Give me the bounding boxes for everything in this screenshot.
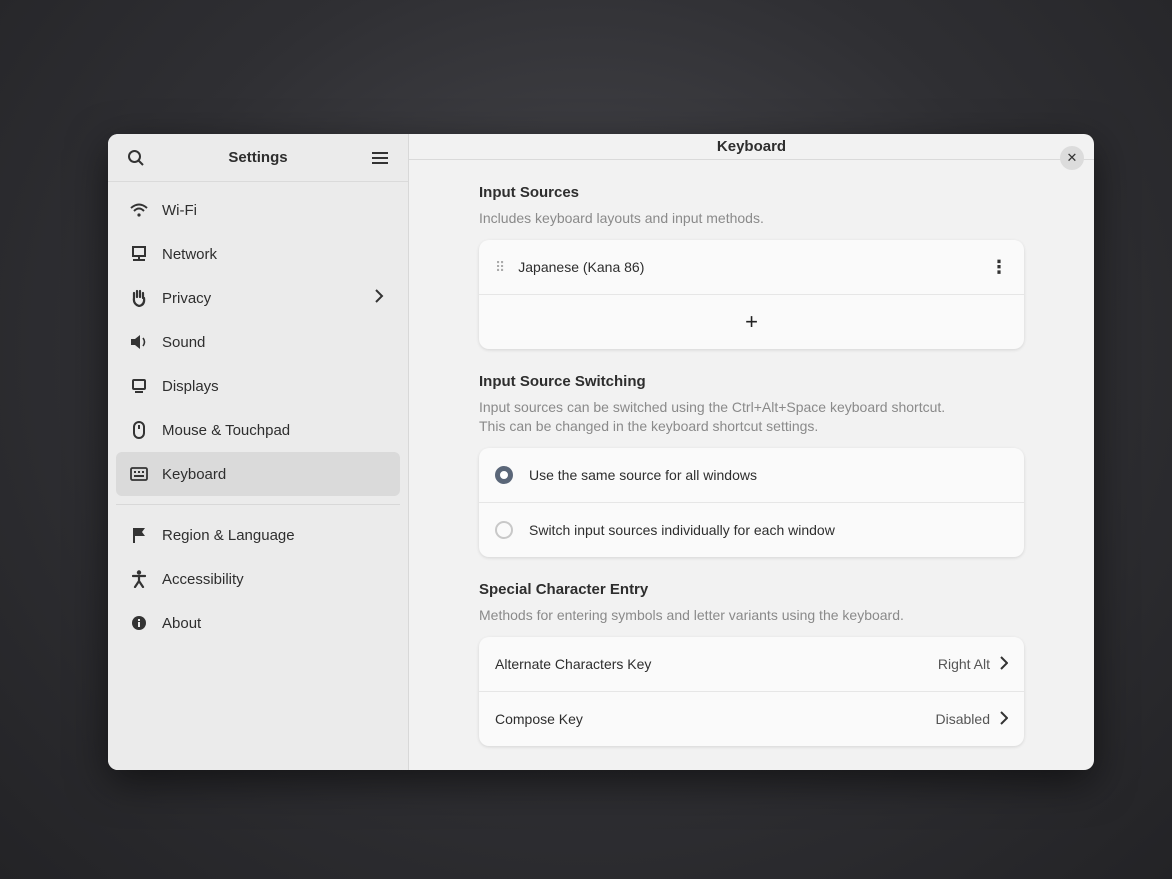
option-individual-label: Switch input sources individually for ea… <box>529 522 835 538</box>
accessibility-icon <box>128 568 150 590</box>
page-title: Keyboard <box>716 138 787 155</box>
flag-icon <box>128 524 150 546</box>
switching-subtitle-line-2: This can be changed in the keyboard shor… <box>479 418 819 434</box>
switching-title: Input Source Switching <box>479 373 646 390</box>
input-sources-title: Input Sources <box>479 184 580 201</box>
sidebar-item-network[interactable]: Network <box>116 232 400 276</box>
wifi-icon <box>128 199 150 221</box>
input-source-label: Japanese (Kana 86) <box>518 259 645 275</box>
drag-handle-icon[interactable]: ⠿ <box>495 259 505 276</box>
option-same-source-row[interactable]: Use the same source for all windows <box>479 448 1024 503</box>
sidebar-item-label: Keyboard <box>162 465 227 483</box>
chevron-right-icon <box>1000 655 1009 673</box>
main-content: Input Sources Includes keyboard layouts … <box>409 160 1094 770</box>
sidebar-item-label: Network <box>162 245 218 263</box>
compose-key-value: Disabled <box>935 711 990 727</box>
sidebar-item-accessibility[interactable]: Accessibility <box>116 557 400 601</box>
close-icon[interactable]: ✕ <box>1060 146 1084 170</box>
sidebar-item-label: About <box>162 614 202 632</box>
main-panel: Keyboard ✕ Input Sources Includes keyboa… <box>409 134 1094 770</box>
mouse-icon <box>128 419 150 441</box>
add-icon: + <box>745 309 758 334</box>
sidebar-item-label: Region & Language <box>162 526 295 544</box>
sidebar-item-wifi[interactable]: Wi-Fi <box>116 188 400 232</box>
search-icon[interactable] <box>122 144 150 172</box>
compose-key-label: Compose Key <box>495 711 583 727</box>
special-subtitle: Methods for entering symbols and letter … <box>479 607 904 623</box>
sidebar-item-label: Displays <box>162 377 219 395</box>
input-sources-subtitle: Includes keyboard layouts and input meth… <box>479 210 764 226</box>
sidebar: Settings Wi-Fi Network Privacy Sound Dis… <box>108 134 409 770</box>
sidebar-item-privacy[interactable]: Privacy <box>116 276 400 320</box>
keyboard-icon <box>128 463 150 485</box>
more-options-icon[interactable]: ⋮ <box>990 257 1008 278</box>
compose-key-row[interactable]: Compose Key Disabled <box>479 692 1024 746</box>
switching-subtitle: Input sources can be switched using the … <box>479 398 1024 436</box>
add-input-source-button[interactable]: + <box>479 295 1024 349</box>
input-source-row[interactable]: ⠿ Japanese (Kana 86) ⋮ <box>479 240 1024 295</box>
speaker-icon <box>128 331 150 353</box>
main-header: Keyboard ✕ <box>409 134 1094 170</box>
switching-card: Use the same source for all windows Swit… <box>479 448 1024 557</box>
sidebar-item-label: Wi-Fi <box>162 201 197 219</box>
sidebar-item-keyboard[interactable]: Keyboard <box>116 452 400 496</box>
sidebar-divider <box>116 504 400 505</box>
sidebar-item-mouse-touchpad[interactable]: Mouse & Touchpad <box>116 408 400 452</box>
option-same-source-label: Use the same source for all windows <box>529 467 757 483</box>
hand-icon <box>128 287 150 309</box>
sidebar-item-about[interactable]: About <box>116 601 400 645</box>
sidebar-item-label: Accessibility <box>162 570 244 588</box>
sidebar-item-region-language[interactable]: Region & Language <box>116 513 400 557</box>
sidebar-title: Settings <box>228 149 288 166</box>
settings-window: Settings Wi-Fi Network Privacy Sound Dis… <box>108 134 1094 770</box>
sidebar-item-label: Sound <box>162 333 206 351</box>
switching-subtitle-line-1: Input sources can be switched using the … <box>479 399 946 415</box>
network-icon <box>128 243 150 265</box>
menu-icon[interactable] <box>366 144 394 172</box>
sidebar-item-sound[interactable]: Sound <box>116 320 400 364</box>
alternate-characters-row[interactable]: Alternate Characters Key Right Alt <box>479 637 1024 692</box>
chevron-right-icon <box>374 288 384 308</box>
special-title: Special Character Entry <box>479 581 649 598</box>
alternate-characters-value: Right Alt <box>937 656 990 672</box>
special-card: Alternate Characters Key Right Alt Compo… <box>479 637 1024 746</box>
sidebar-item-label: Mouse & Touchpad <box>162 421 291 439</box>
sidebar-item-label: Privacy <box>162 289 212 307</box>
sidebar-item-displays[interactable]: Displays <box>116 364 400 408</box>
sidebar-nav: Wi-Fi Network Privacy Sound Displays Mou… <box>108 182 408 651</box>
display-icon <box>128 375 150 397</box>
radio-individual[interactable] <box>495 521 513 539</box>
alternate-characters-label: Alternate Characters Key <box>495 656 652 672</box>
radio-same-source[interactable] <box>495 466 513 484</box>
option-individual-row[interactable]: Switch input sources individually for ea… <box>479 503 1024 557</box>
input-sources-card: ⠿ Japanese (Kana 86) ⋮ + <box>479 240 1024 349</box>
chevron-right-icon <box>1000 710 1009 728</box>
info-icon <box>128 612 150 634</box>
sidebar-header: Settings <box>108 134 408 182</box>
